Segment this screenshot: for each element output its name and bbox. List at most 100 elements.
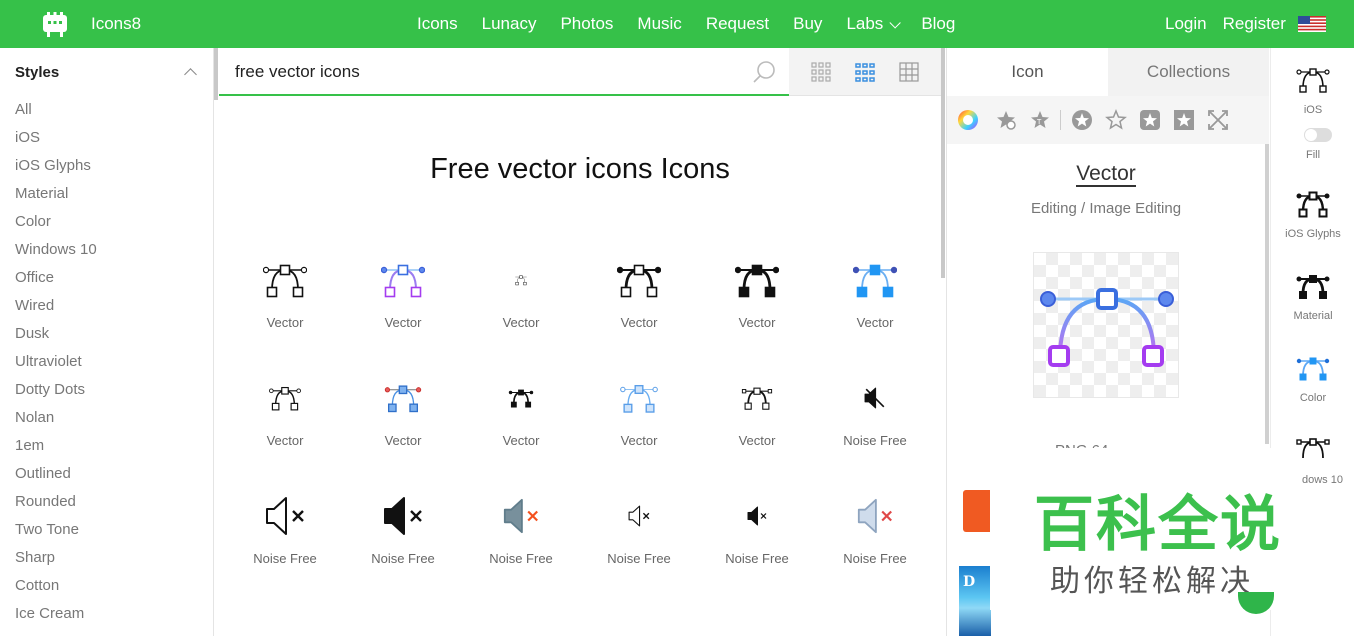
search-input[interactable] bbox=[235, 60, 735, 84]
rounded-square-background-icon[interactable] bbox=[1139, 109, 1161, 131]
style-item[interactable]: Material bbox=[15, 184, 97, 212]
register-link[interactable]: Register bbox=[1223, 14, 1286, 34]
icon-grid-item[interactable]: Vector bbox=[698, 358, 816, 476]
icon-grid-item[interactable]: Noise Free bbox=[698, 476, 816, 594]
style-item[interactable]: Dusk bbox=[15, 324, 97, 352]
style-item[interactable]: Windows 10 bbox=[15, 240, 97, 268]
tools-divider bbox=[1060, 110, 1061, 130]
icon-grid-item[interactable]: Noise Free bbox=[226, 476, 344, 594]
icon-grid-item[interactable]: Vector bbox=[344, 240, 462, 358]
tab-icon[interactable]: Icon bbox=[947, 48, 1108, 96]
style-item[interactable]: Two Tone bbox=[15, 520, 97, 548]
fill-toggle[interactable] bbox=[1304, 128, 1332, 142]
nav-blog[interactable]: Blog bbox=[921, 14, 955, 34]
chevron-down-icon bbox=[889, 17, 902, 29]
style-item[interactable]: Rounded bbox=[15, 492, 97, 520]
nav-labs-label: Labs bbox=[846, 14, 884, 33]
vector-icon bbox=[381, 264, 425, 298]
icon-label: Noise Free bbox=[371, 551, 435, 566]
vector-glyph-icon bbox=[1296, 191, 1330, 218]
style-option-label: iOS bbox=[1303, 104, 1323, 116]
nav-labs[interactable]: Labs bbox=[846, 14, 902, 34]
circle-background-icon[interactable] bbox=[1071, 109, 1093, 131]
icon-label: Vector bbox=[266, 315, 304, 330]
style-item[interactable]: Dotty Dots bbox=[15, 380, 97, 408]
icon-grid-item[interactable]: Noise Free bbox=[816, 358, 934, 476]
style-item[interactable]: Wired bbox=[15, 296, 97, 324]
search-bar bbox=[219, 48, 789, 96]
style-item[interactable]: iOS Glyphs bbox=[15, 156, 97, 184]
vector-icon bbox=[269, 386, 301, 411]
nav-icons[interactable]: Icons bbox=[417, 14, 458, 34]
download-button[interactable] bbox=[963, 490, 991, 532]
style-item[interactable]: Nolan bbox=[15, 408, 97, 436]
grid-small-icon[interactable] bbox=[811, 62, 831, 82]
icon-grid-item[interactable]: Vector bbox=[226, 240, 344, 358]
us-flag-icon[interactable] bbox=[1298, 16, 1326, 32]
speaker-mute-icon bbox=[628, 505, 650, 527]
panel-scrollbar[interactable] bbox=[1265, 144, 1269, 444]
style-item[interactable]: Sharp bbox=[15, 548, 97, 576]
icon-label: Noise Free bbox=[725, 551, 789, 566]
star-outline-icon[interactable] bbox=[1105, 109, 1127, 131]
icon-grid-item[interactable]: Vector bbox=[698, 240, 816, 358]
chevron-up-icon[interactable] bbox=[184, 68, 197, 81]
search-icon[interactable] bbox=[752, 60, 776, 84]
icon-grid-item[interactable]: Noise Free bbox=[816, 476, 934, 594]
color-wheel-icon[interactable] bbox=[957, 109, 979, 131]
nav-photos[interactable]: Photos bbox=[560, 14, 613, 34]
expand-icon[interactable] bbox=[1207, 109, 1229, 131]
icon-grid-item[interactable]: Noise Free bbox=[580, 476, 698, 594]
style-item[interactable]: Ice Cream bbox=[15, 604, 97, 632]
icon-grid-item[interactable]: Vector bbox=[462, 358, 580, 476]
page-title: Free vector icons Icons bbox=[430, 153, 730, 185]
brand-name[interactable]: Icons8 bbox=[91, 14, 141, 34]
icon-grid-item[interactable]: Vector bbox=[462, 240, 580, 358]
nav-music[interactable]: Music bbox=[637, 14, 681, 34]
icons8-logo-icon[interactable] bbox=[40, 10, 70, 40]
style-item[interactable]: Color bbox=[15, 212, 97, 240]
speaker-mute-icon bbox=[857, 498, 892, 534]
square-background-icon[interactable] bbox=[1173, 109, 1195, 131]
icon-grid-item[interactable]: Vector bbox=[816, 240, 934, 358]
icon-label: Vector bbox=[856, 315, 894, 330]
results-scrollbar[interactable] bbox=[941, 48, 945, 278]
style-item[interactable]: 1em bbox=[15, 436, 97, 464]
style-item[interactable]: Office bbox=[15, 268, 97, 296]
icon-label: Vector bbox=[502, 433, 540, 448]
login-link[interactable]: Login bbox=[1165, 14, 1207, 34]
style-item[interactable]: Ultraviolet bbox=[15, 352, 97, 380]
icon-label: Vector bbox=[620, 315, 658, 330]
icon-grid-item[interactable]: Vector bbox=[226, 358, 344, 476]
icon-category[interactable]: Editing / Image Editing bbox=[947, 200, 1265, 217]
icon-grid-item[interactable]: Noise Free bbox=[344, 476, 462, 594]
nav-lunacy[interactable]: Lunacy bbox=[482, 14, 537, 34]
style-item[interactable]: Outlined bbox=[15, 464, 97, 492]
grid-medium-icon[interactable] bbox=[855, 62, 875, 82]
icon-label: Noise Free bbox=[607, 551, 671, 566]
tab-collections[interactable]: Collections bbox=[1108, 48, 1269, 96]
style-item[interactable]: Cotton bbox=[15, 576, 97, 604]
styles-heading[interactable]: Styles bbox=[15, 64, 59, 81]
style-item[interactable]: iOS bbox=[15, 128, 97, 156]
icon-grid-item[interactable]: Vector bbox=[580, 358, 698, 476]
nav-request[interactable]: Request bbox=[706, 14, 769, 34]
icon-label: Vector bbox=[738, 315, 776, 330]
nav-buy[interactable]: Buy bbox=[793, 14, 822, 34]
icon-preview bbox=[1033, 252, 1179, 398]
vector-gradient-preview-icon bbox=[1040, 288, 1174, 367]
vector-color-icon bbox=[1296, 357, 1330, 381]
sidebar-scrollbar[interactable] bbox=[214, 48, 218, 100]
icon-tools-bar: T bbox=[947, 96, 1269, 144]
style-item[interactable]: All bbox=[15, 100, 97, 128]
recolor-icon[interactable] bbox=[995, 109, 1017, 131]
icon-grid-item[interactable]: Noise Free bbox=[462, 476, 580, 594]
icon-grid-item[interactable]: Vector bbox=[344, 358, 462, 476]
text-overlay-icon[interactable]: T bbox=[1029, 109, 1051, 131]
icon-label: Vector bbox=[266, 433, 304, 448]
grid-large-icon[interactable] bbox=[899, 62, 919, 82]
icon-grid-item[interactable]: Vector bbox=[580, 240, 698, 358]
vector-icon bbox=[508, 389, 534, 408]
icon-label: Vector bbox=[384, 433, 422, 448]
icon-name[interactable]: Vector bbox=[947, 162, 1265, 187]
